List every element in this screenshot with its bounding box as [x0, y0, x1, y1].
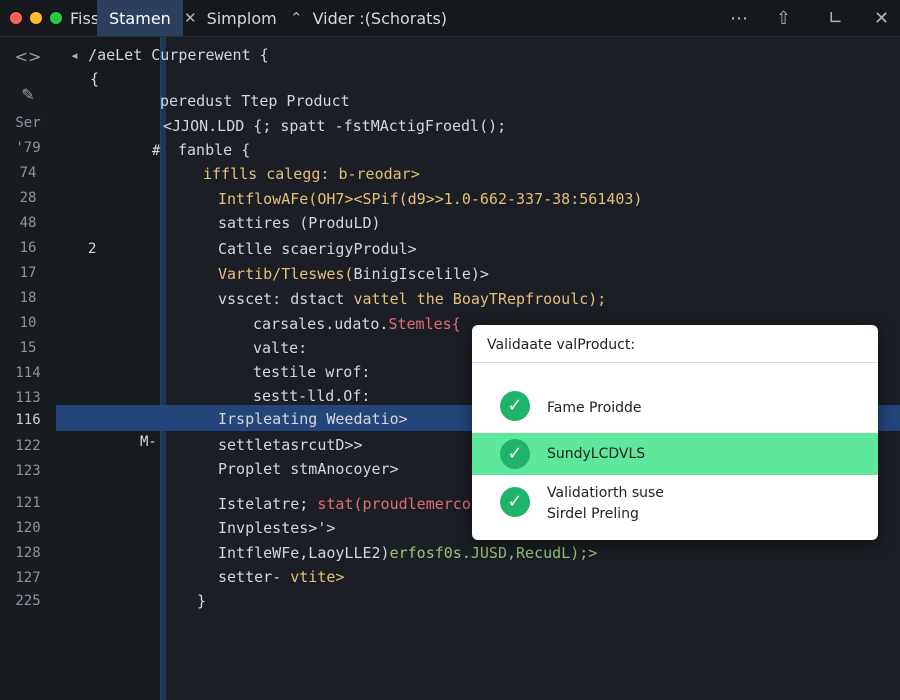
popup-item-label: Sirdel Preling	[547, 506, 639, 522]
code-line: Catlle scaerigyProdul>	[218, 240, 417, 258]
code-line: testile wrof:	[253, 363, 371, 381]
check-circle-icon: ✓	[500, 439, 530, 469]
tab-fiss[interactable]: Fiss	[70, 0, 99, 36]
code-line: vsscet: dstact vattel the BoayTRepfrooul…	[218, 290, 607, 308]
line-number: 114	[15, 365, 41, 381]
popup-item[interactable]: ✓ Fame Proidde	[472, 385, 878, 429]
edit-icon[interactable]: ✎	[0, 85, 56, 104]
title-bar: Fiss Stamen ✕ Simplom ⌃ Vider :(Schorats…	[0, 0, 900, 37]
line-number: 113	[15, 390, 41, 406]
code-line: IntfleWFe,LaoyLLE2)erfosf0s.JUSD,RecudL)…	[218, 544, 598, 562]
popup-item[interactable]: ✓ Validatiorth suse Sirdel Preling	[472, 480, 878, 536]
line-number: 127	[15, 570, 41, 586]
tab-label: Fiss	[70, 8, 100, 28]
line-number: 121	[15, 495, 41, 511]
code-line: Istelatre; stat(proudlemercol	[218, 495, 480, 513]
popup-item-label: SundyLCDVLS	[547, 446, 646, 462]
code-line: Irspleating Weedatio>	[218, 410, 408, 428]
code-line: ◂ /aeLet Curperewent {	[70, 46, 269, 64]
line-number: 17	[19, 265, 37, 281]
maximize-traffic-light[interactable]	[50, 12, 62, 24]
line-gutter: <> ✎ Ser '79 74 28 48 16 17 18 10 15 114…	[0, 37, 57, 700]
line-number: 225	[15, 593, 41, 609]
line-number: 123	[15, 463, 41, 479]
check-circle-icon: ✓	[500, 391, 530, 421]
line-number: 120	[15, 520, 41, 536]
tab-label: Simplom	[206, 8, 277, 28]
code-line: <JJON.LDD {; spatt -fstMActigFroedl();	[163, 117, 507, 135]
popup-divider	[472, 362, 878, 363]
close-traffic-light[interactable]	[10, 12, 22, 24]
line-number: 122	[15, 438, 41, 454]
tab-stamen[interactable]: Stamen	[97, 0, 183, 36]
chevron-icon[interactable]: <>	[0, 47, 56, 66]
code-line: }	[197, 592, 207, 610]
line-number: 116	[15, 412, 41, 428]
more-icon[interactable]: ⋯	[730, 8, 748, 29]
close-window-icon[interactable]: ✕	[874, 8, 889, 29]
line-number: '79	[15, 140, 41, 156]
line-number: 15	[19, 340, 37, 356]
code-line: IntflowAFe(OH7><SPif(d9>>1.0-662-337-38:…	[218, 190, 643, 208]
activity-label-ser[interactable]: Ser	[0, 115, 56, 131]
popup-title: Validaate valProduct:	[487, 337, 636, 353]
code-line: fanble {	[178, 141, 251, 159]
minimize-icon[interactable]: ∟	[828, 8, 843, 29]
code-line: ifflls calegg: b-reodar>	[203, 165, 420, 183]
share-icon[interactable]: ⇧	[776, 8, 791, 29]
code-line: setter- vtite>	[218, 568, 345, 586]
minimize-traffic-light[interactable]	[30, 12, 42, 24]
code-line: settletasrcutD>>	[218, 436, 363, 454]
chevron-up-icon: ⌃	[290, 9, 303, 27]
fold-marker[interactable]: M-	[140, 434, 157, 450]
code-line: peredust Ttep Product	[160, 92, 350, 110]
line-number: 18	[19, 290, 37, 306]
tab-simplom[interactable]: ✕ Simplom	[184, 0, 277, 36]
code-line: Proplet stmAnocoyer>	[218, 460, 399, 478]
code-line: sattires (ProduLD)	[218, 214, 381, 232]
popup-item-selected[interactable]: ✓ SundyLCDVLS	[472, 433, 878, 475]
line-number: 10	[19, 315, 37, 331]
close-icon[interactable]: ✕	[184, 9, 197, 27]
popup-item-label: Fame Proidde	[547, 400, 642, 416]
code-line: Invplestes>'>	[218, 519, 336, 537]
code-line: valte:	[253, 339, 308, 357]
scope-indicator-bar	[160, 37, 166, 700]
validation-popup: Validaate valProduct: ✓ Fame Proidde ✓ S…	[472, 325, 878, 540]
code-line: carsales.udato.Stemles{	[253, 315, 461, 333]
line-number: 48	[19, 215, 37, 231]
code-line: {	[90, 70, 100, 88]
code-line: Vartib/Tleswes(BinigIscelile)>	[218, 265, 489, 283]
check-circle-icon: ✓	[500, 487, 530, 517]
line-number: 28	[19, 190, 37, 206]
code-line: sestt-lld.Of:	[253, 387, 371, 405]
popup-item-label: Validatiorth suse	[547, 485, 664, 501]
tab-label: Vider :(Schorats)	[312, 8, 448, 28]
fold-marker[interactable]: 2	[88, 241, 96, 257]
line-number: 74	[19, 165, 37, 181]
fold-column: 2 3 M- #	[56, 37, 161, 700]
tab-label: Stamen	[109, 8, 171, 28]
line-number: 128	[15, 545, 41, 561]
line-number: 16	[19, 240, 37, 256]
tab-vider[interactable]: ⌃ Vider :(Schorats)	[290, 0, 447, 36]
